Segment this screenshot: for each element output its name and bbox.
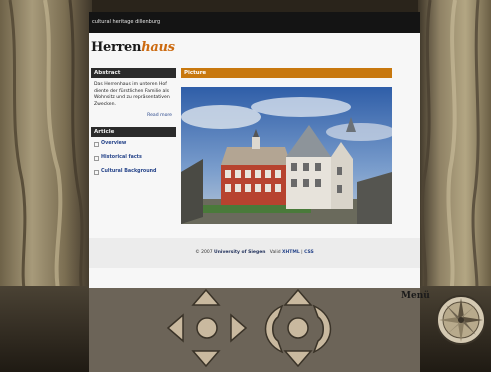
move-center-icon[interactable]	[196, 317, 218, 339]
site-logo[interactable]: Herrenhaus	[91, 40, 175, 55]
css-link[interactable]: CSS	[304, 250, 314, 255]
picture-header: Picture	[181, 68, 392, 78]
herrenhaus-picture[interactable]	[181, 87, 392, 224]
nav-item-historical-facts[interactable]: Historical facts	[91, 155, 176, 169]
read-more-link[interactable]: Read more	[91, 112, 176, 127]
nav-item-label: Overview	[101, 141, 127, 146]
compass-icon[interactable]	[434, 290, 488, 350]
nav-item-overview[interactable]: Overview	[91, 141, 176, 155]
bullet-icon	[94, 170, 99, 175]
sidebar: Abstract Das Herrenhaus im unteren Hof d…	[91, 68, 176, 183]
logo-part-1: Herren	[91, 40, 142, 55]
site-tag-bar: cultural heritage dillenburg	[89, 12, 420, 33]
article-nav: Overview Historical facts Cultural Backg…	[91, 137, 176, 183]
xhtml-link[interactable]: XHTML	[282, 250, 300, 255]
rotate-center-icon[interactable]	[287, 317, 309, 339]
page-footer: © 2007 University of Siegen Valid XHTML …	[89, 238, 420, 268]
copyright-text: © 2007	[195, 250, 213, 255]
nav-item-label: Historical facts	[101, 155, 142, 160]
article-header: Article	[91, 127, 176, 137]
bullet-icon	[94, 156, 99, 161]
valid-label: Valid	[269, 250, 281, 255]
content-area: Picture	[181, 68, 392, 224]
scene-viewport: cultural heritage dillenburg Herrenhaus …	[0, 0, 491, 372]
nav-item-label: Cultural Background	[101, 169, 157, 174]
bullet-icon	[94, 142, 99, 147]
logo-part-2: haus	[141, 40, 175, 55]
site-tag: cultural heritage dillenburg	[92, 19, 161, 25]
abstract-text: Das Herrenhaus im unteren Hof diente der…	[94, 82, 170, 107]
nav-item-cultural-background[interactable]: Cultural Background	[91, 169, 176, 183]
organization-name: University of Siegen	[214, 250, 266, 255]
webpage-panel: cultural heritage dillenburg Herrenhaus …	[89, 12, 420, 288]
footer-separator: |	[301, 250, 303, 255]
abstract-header: Abstract	[91, 68, 176, 78]
